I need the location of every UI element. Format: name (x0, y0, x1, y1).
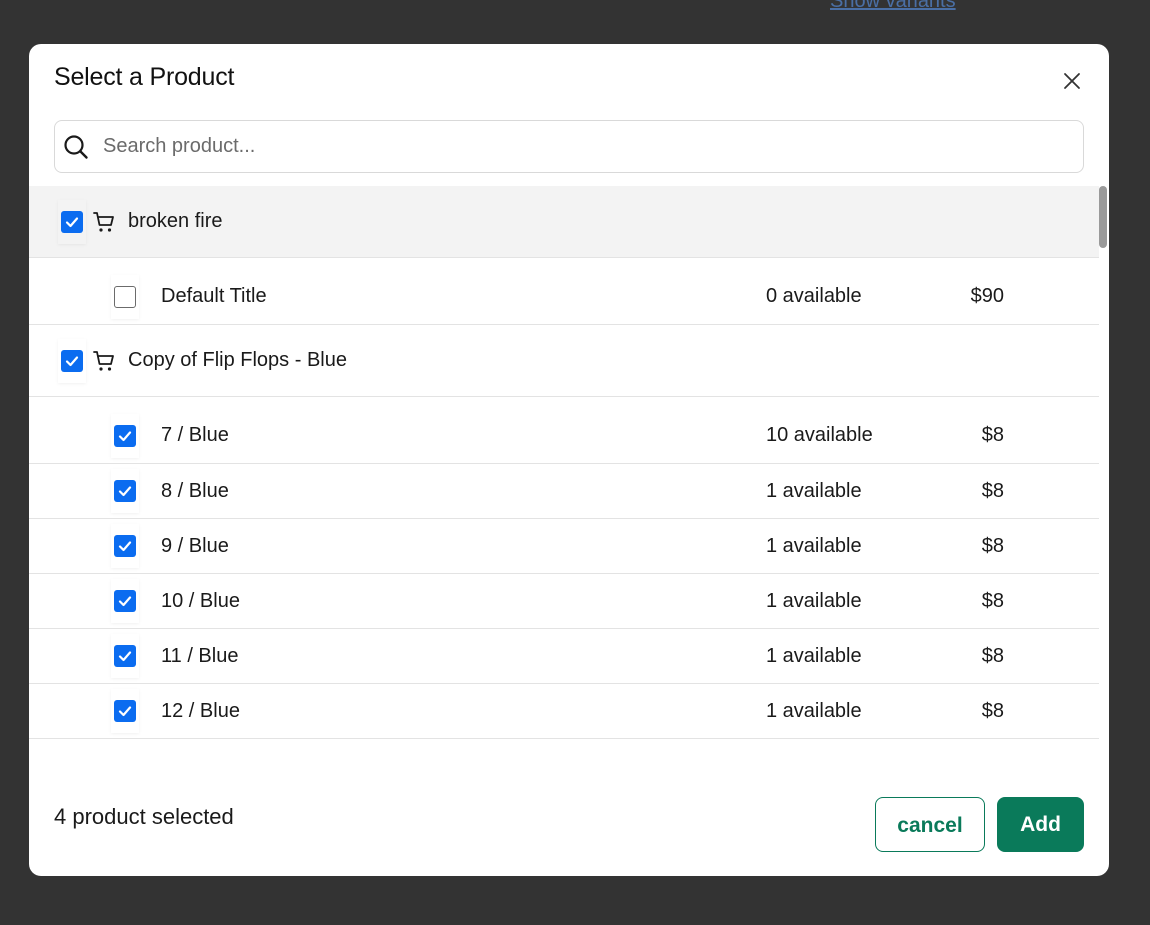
search-input[interactable] (103, 126, 1083, 167)
show-variants-label: Show variants (830, 0, 956, 12)
variant-name: 12 / Blue (161, 699, 240, 722)
variant-availability: 1 available (766, 699, 862, 722)
variant-checkbox[interactable] (114, 286, 136, 308)
variant-price: $8 (981, 424, 1004, 446)
variant-availability: 10 available (766, 424, 873, 446)
variant-checkbox[interactable] (114, 590, 136, 612)
modal-title: Select a Product (54, 63, 235, 91)
variant-name: Default Title (161, 285, 267, 307)
add-button[interactable]: Add (997, 797, 1084, 852)
variant-row[interactable]: 12 / Blue 1 available $8 (29, 684, 1099, 739)
search-box (54, 120, 1084, 173)
select-product-modal: Select a Product broken fire Default Titl… (29, 44, 1109, 876)
scrollbar[interactable] (1097, 186, 1109, 746)
variant-checkbox-wrap (111, 414, 139, 458)
variant-price: $8 (981, 534, 1004, 557)
variant-checkbox[interactable] (114, 480, 136, 502)
product-checkbox[interactable] (61, 210, 83, 233)
variant-checkbox-wrap (111, 275, 139, 319)
product-row[interactable]: Copy of Flip Flops - Blue (29, 325, 1099, 397)
scrollbar-thumb[interactable] (1099, 186, 1107, 248)
variant-checkbox-wrap (111, 469, 139, 513)
variant-price: $8 (981, 589, 1004, 612)
variant-checkbox-wrap (111, 579, 139, 623)
variant-checkbox[interactable] (114, 645, 136, 667)
product-name: broken fire (128, 210, 223, 232)
cart-icon (92, 349, 116, 373)
variant-name: 8 / Blue (161, 479, 229, 502)
variant-name: 11 / Blue (161, 644, 239, 667)
product-checkbox[interactable] (61, 349, 83, 372)
variant-availability: 0 available (766, 285, 862, 307)
variant-availability: 1 available (766, 589, 862, 612)
variant-row[interactable]: 10 / Blue 1 available $8 (29, 574, 1099, 629)
product-checkbox-wrap (58, 339, 86, 383)
variant-checkbox-wrap (111, 524, 139, 568)
variant-row[interactable]: 8 / Blue 1 available $8 (29, 464, 1099, 519)
product-row-partial[interactable] (29, 739, 1099, 746)
selected-count: 4 product selected (54, 804, 234, 829)
show-variants-link[interactable]: Show variants (830, 0, 956, 13)
cart-icon (92, 210, 116, 234)
variant-name: 7 / Blue (161, 424, 229, 446)
variant-row[interactable]: Default Title 0 available $90 (29, 258, 1099, 325)
product-name: Copy of Flip Flops - Blue (128, 349, 347, 371)
variant-checkbox[interactable] (114, 535, 136, 557)
variant-name: 10 / Blue (161, 589, 240, 612)
variant-availability: 1 available (766, 479, 862, 502)
close-icon (1064, 73, 1080, 89)
variant-checkbox-wrap (111, 689, 139, 733)
product-row[interactable]: broken fire (29, 186, 1099, 258)
variant-checkbox[interactable] (114, 425, 136, 447)
variant-price: $90 (970, 285, 1004, 307)
cancel-button[interactable]: cancel (875, 797, 985, 852)
variant-checkbox[interactable] (114, 700, 136, 722)
product-list[interactable]: broken fire Default Title 0 available $90 Co… (29, 186, 1099, 746)
variant-row[interactable]: 9 / Blue 1 available $8 (29, 519, 1099, 574)
variant-price: $8 (981, 479, 1004, 502)
close-button[interactable] (1059, 68, 1085, 94)
variant-checkbox-wrap (111, 634, 139, 678)
variant-price: $8 (981, 644, 1004, 667)
variant-availability: 1 available (766, 644, 862, 667)
variant-row[interactable]: 11 / Blue 1 available $8 (29, 629, 1099, 684)
search-icon (63, 134, 89, 160)
variant-row[interactable]: 7 / Blue 10 available $8 (29, 397, 1099, 464)
variant-availability: 1 available (766, 534, 862, 557)
product-checkbox-wrap (58, 200, 86, 244)
variant-price: $8 (981, 699, 1004, 722)
variant-name: 9 / Blue (161, 534, 229, 557)
